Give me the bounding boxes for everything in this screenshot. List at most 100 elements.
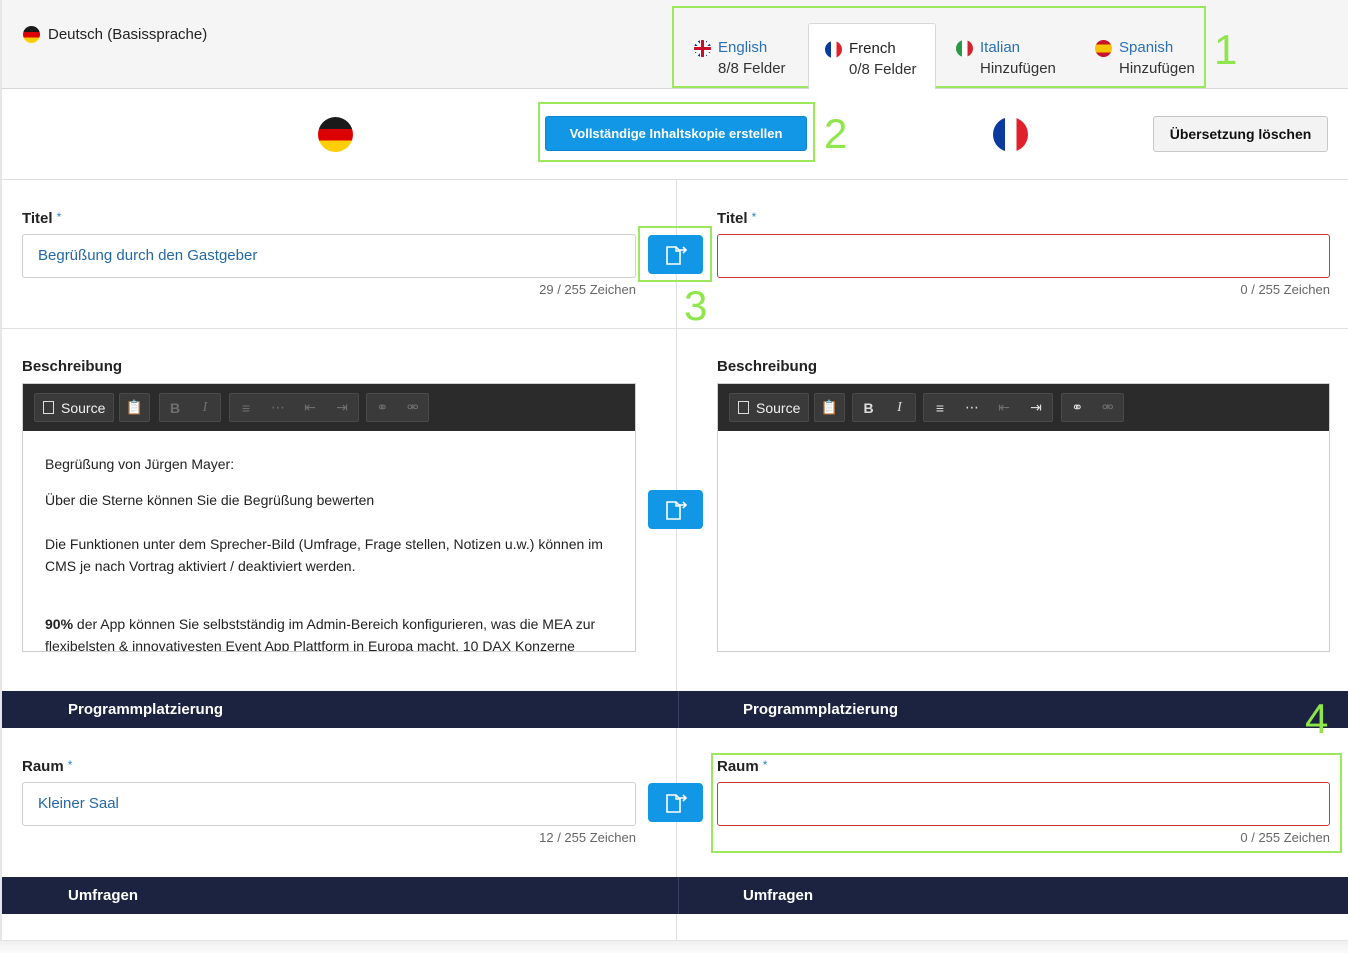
numbered-list-icon[interactable]: ≡ <box>924 394 956 421</box>
delete-translation-button[interactable]: Übersetzung löschen <box>1153 116 1328 152</box>
editor-toolbar: Source 📋 B I ≡ ⋯ ⇤ ⇥ ⚭ ⚮ <box>23 384 635 431</box>
source-button[interactable]: Source <box>730 394 808 421</box>
unlink-icon[interactable]: ⚮ <box>398 394 429 421</box>
spain-flag-icon <box>1095 40 1112 57</box>
copy-arrow-icon <box>665 245 687 265</box>
target-title-label-text: Titel <box>717 210 748 227</box>
paragraph: 90% der App können Sie selbstständig im … <box>45 613 613 651</box>
target-room-input[interactable] <box>717 782 1330 826</box>
tab-spanish-name: Spanish <box>1119 39 1174 56</box>
bold-button[interactable]: B <box>853 394 884 421</box>
list-group: ≡ ⋯ ⇤ ⇥ <box>923 393 1053 422</box>
tab-italian-name: Italian <box>980 39 1021 56</box>
base-language-label: Deutsch (Basissprache) <box>48 25 208 43</box>
editor-toolbar: Source 📋 B I ≡ ⋯ ⇤ ⇥ ⚭ ⚮ <box>718 384 1329 431</box>
source-room-counter: 12 / 255 Zeichen <box>539 830 636 845</box>
link-group: ⚭ ⚮ <box>366 393 429 422</box>
section-title-right: Programmplatzierung <box>743 701 899 718</box>
section-header-surveys: Umfragen Umfragen <box>2 877 1348 914</box>
section-title-left: Umfragen <box>68 887 139 904</box>
indent-icon[interactable]: ⇥ <box>1020 394 1052 421</box>
source-title-label-text: Titel <box>22 210 53 227</box>
target-title-input[interactable] <box>717 234 1330 278</box>
required-marker: * <box>56 210 62 224</box>
annotation-number-4: 4 <box>1305 695 1329 742</box>
tab-spanish[interactable]: Spanish Hinzufügen <box>1095 23 1203 89</box>
editor-content[interactable]: Begrüßung von Jürgen Mayer: Über die Ste… <box>23 431 635 651</box>
required-marker: * <box>762 758 768 772</box>
source-title-counter: 29 / 255 Zeichen <box>539 282 636 297</box>
paste-icon[interactable]: 📋 <box>126 394 143 421</box>
paste-group: 📋 <box>119 393 150 422</box>
tab-italian[interactable]: Italian Hinzufügen <box>956 23 1076 89</box>
paste-group: 📋 <box>814 393 845 422</box>
bullet-list-icon[interactable]: ⋯ <box>262 394 294 421</box>
column-divider <box>676 180 677 953</box>
link-group: ⚭ ⚮ <box>1061 393 1124 422</box>
required-marker: * <box>751 210 757 224</box>
copy-title-button[interactable] <box>648 235 703 274</box>
numbered-list-icon[interactable]: ≡ <box>230 394 262 421</box>
tab-english[interactable]: English 8/8 Felder <box>694 23 806 89</box>
copy-arrow-icon <box>665 793 687 813</box>
section-header-program-placement: Programmplatzierung Programmplatzierung <box>2 691 1348 728</box>
target-title-label: Titel * <box>717 210 756 227</box>
bottom-fade <box>0 940 1348 953</box>
source-button-label: Source <box>61 399 106 416</box>
source-icon <box>43 401 54 414</box>
target-description-label: Beschreibung <box>717 358 818 375</box>
italic-button[interactable]: I <box>884 394 915 421</box>
separator <box>0 328 1348 329</box>
required-marker: * <box>67 758 73 772</box>
format-group: B I <box>159 393 221 422</box>
list-group: ≡ ⋯ ⇤ ⇥ <box>229 393 359 422</box>
tab-english-name: English <box>718 39 768 56</box>
unlink-icon[interactable]: ⚮ <box>1093 394 1124 421</box>
link-icon[interactable]: ⚭ <box>367 394 398 421</box>
tab-spanish-status: Hinzufügen <box>1119 60 1195 77</box>
section-title-right: Umfragen <box>743 887 814 904</box>
german-flag-icon <box>23 26 40 43</box>
tab-french[interactable]: French 0/8 Felder <box>808 23 936 89</box>
copy-room-button[interactable] <box>648 783 703 822</box>
target-description-editor[interactable]: Source 📋 B I ≡ ⋯ ⇤ ⇥ ⚭ ⚮ <box>717 383 1330 652</box>
copy-description-button[interactable] <box>648 490 703 529</box>
tab-english-status: 8/8 Felder <box>718 60 786 77</box>
paste-icon[interactable]: 📋 <box>821 394 838 421</box>
outdent-icon[interactable]: ⇤ <box>294 394 326 421</box>
source-button[interactable]: Source <box>35 394 113 421</box>
source-group: Source <box>729 393 810 422</box>
language-tabs: English 8/8 Felder French 0/8 Felder Ita… <box>672 6 1206 89</box>
target-language-flag-icon <box>993 117 1028 152</box>
link-icon[interactable]: ⚭ <box>1062 394 1093 421</box>
source-room-label: Raum * <box>22 758 72 775</box>
source-title-input[interactable]: Begrüßung durch den Gastgeber <box>22 234 636 278</box>
tab-french-status: 0/8 Felder <box>849 61 917 78</box>
source-icon <box>738 401 749 414</box>
section-divider <box>678 691 679 728</box>
annotation-number-3: 3 <box>684 282 708 329</box>
section-title-left: Programmplatzierung <box>68 701 224 718</box>
annotation-number-1: 1 <box>1214 26 1238 73</box>
outdent-icon[interactable]: ⇤ <box>988 394 1020 421</box>
target-room-label: Raum * <box>717 758 767 775</box>
source-button-label: Source <box>756 399 801 416</box>
format-group: B I <box>852 393 916 422</box>
indent-icon[interactable]: ⇥ <box>326 394 358 421</box>
tab-italian-status: Hinzufügen <box>980 60 1056 77</box>
bold-button[interactable]: B <box>160 394 190 421</box>
left-edge <box>0 89 2 953</box>
bullet-list-icon[interactable]: ⋯ <box>956 394 988 421</box>
source-title-label: Titel * <box>22 210 61 227</box>
italy-flag-icon <box>956 40 973 57</box>
source-description-label: Beschreibung <box>22 358 123 375</box>
source-room-label-text: Raum <box>22 758 64 775</box>
italic-button[interactable]: I <box>190 394 220 421</box>
source-description-editor[interactable]: Source 📋 B I ≡ ⋯ ⇤ ⇥ ⚭ ⚮ Begrüßung von J… <box>22 383 636 652</box>
paragraph: Begrüßung von Jürgen Mayer: <box>45 456 235 472</box>
base-language: Deutsch (Basissprache) <box>23 25 207 43</box>
copy-all-content-button[interactable]: Vollständige Inhaltskopie erstellen <box>545 116 807 151</box>
target-room-counter: 0 / 255 Zeichen <box>1240 830 1330 845</box>
editor-content[interactable] <box>718 431 1329 651</box>
source-room-input[interactable]: Kleiner Saal <box>22 782 636 826</box>
